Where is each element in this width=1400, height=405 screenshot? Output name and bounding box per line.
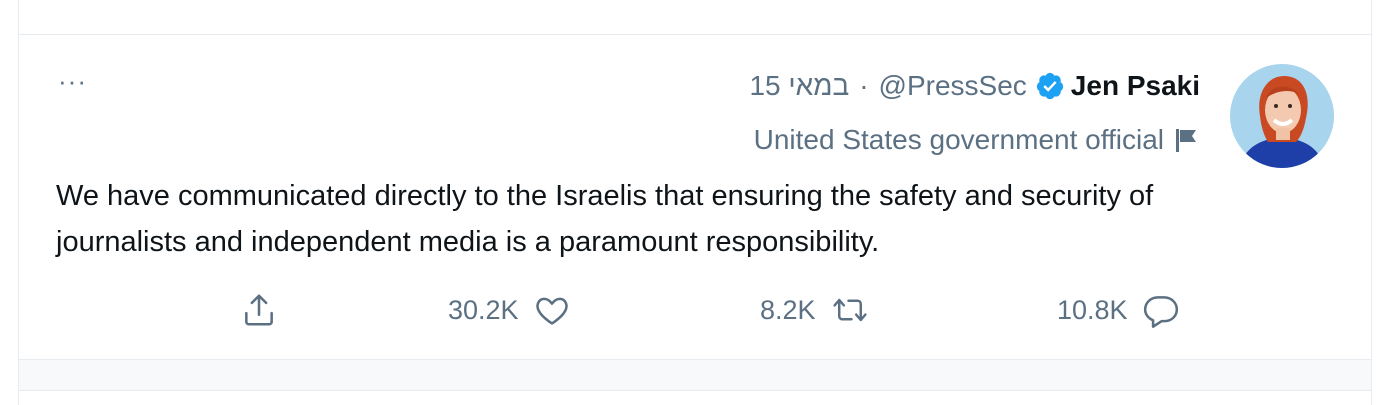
flag-icon	[1174, 126, 1200, 154]
retweet-count: 8.2K	[760, 294, 816, 325]
author-name[interactable]: Jen Psaki	[1071, 70, 1200, 102]
government-label: United States government official	[754, 122, 1200, 158]
author-handle[interactable]: @PressSec	[879, 70, 1027, 102]
tweet-date[interactable]: 15 במאי	[749, 70, 849, 102]
retweet-icon	[830, 291, 870, 329]
reply-count: 10.8K	[1057, 294, 1128, 325]
header-separator: ·	[859, 70, 869, 101]
tweet-text: We have communicated directly to the Isr…	[56, 180, 1154, 258]
timeline-top-strip	[18, 0, 1372, 34]
share-icon	[240, 291, 278, 329]
more-icon[interactable]: ···	[58, 66, 98, 96]
like-count: 30.2K	[448, 294, 519, 325]
retweet-button[interactable]: 8.2K	[760, 290, 870, 330]
share-button[interactable]	[240, 290, 278, 330]
verified-badge-icon	[1035, 71, 1065, 101]
avatar[interactable]	[1230, 64, 1334, 168]
government-label-text: United States government official	[753, 124, 1164, 155]
timeline-separator	[18, 360, 1372, 390]
reply-icon	[1142, 291, 1180, 329]
reply-button[interactable]: 10.8K	[1057, 290, 1180, 330]
like-button[interactable]: 30.2K	[448, 290, 571, 330]
like-icon	[533, 291, 571, 329]
tweet-header: 15 במאי · @PressSec Jen Psaki	[749, 68, 1200, 104]
next-tweet-edge	[18, 390, 1372, 405]
